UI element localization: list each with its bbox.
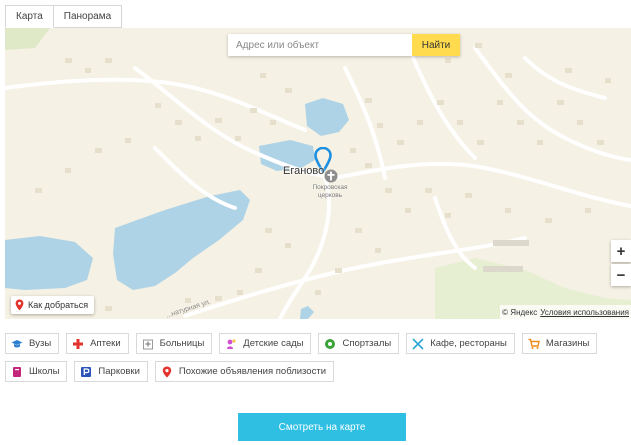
location-pin-icon xyxy=(15,299,24,311)
category-hospitals[interactable]: Больницы xyxy=(135,333,213,354)
category-universities[interactable]: Вузы xyxy=(5,333,60,354)
map-canvas[interactable]: Найти Еганово Покровская церковь ...нату… xyxy=(5,28,631,319)
graduation-cap-icon xyxy=(11,338,23,350)
tab-map[interactable]: Карта xyxy=(5,5,54,28)
zoom-out-button[interactable]: − xyxy=(611,264,631,286)
address-search-input[interactable] xyxy=(228,34,412,56)
church-label: Покровская церковь xyxy=(312,184,348,199)
category-gyms[interactable]: Спортзалы xyxy=(318,333,400,354)
sports-ball-icon xyxy=(324,338,336,350)
zoom-in-button[interactable]: + xyxy=(611,240,631,262)
map-copyright: © Яндекс Условия использования xyxy=(500,305,631,319)
nearby-category-filters: Вузы Аптеки Больницы Детские сады Спортз… xyxy=(5,333,625,382)
map-search-box: Найти xyxy=(228,34,460,56)
category-parking[interactable]: Парковки xyxy=(74,361,148,382)
pharmacy-cross-icon xyxy=(72,338,84,350)
shopping-cart-icon xyxy=(528,338,540,350)
church-icon[interactable] xyxy=(324,169,338,183)
category-pharmacies[interactable]: Аптеки xyxy=(66,333,129,354)
category-cafes-restaurants[interactable]: Кафе, рестораны xyxy=(406,333,515,354)
category-schools[interactable]: Школы xyxy=(5,361,68,382)
get-directions-label: Как добраться xyxy=(28,300,89,310)
yandex-copyright: © Яндекс xyxy=(502,307,538,317)
village-label: Еганово xyxy=(283,165,325,177)
hospital-icon xyxy=(142,338,154,350)
location-pin-icon xyxy=(161,366,173,378)
category-kindergartens[interactable]: Детские сады xyxy=(219,333,312,354)
school-book-icon xyxy=(11,366,23,378)
category-shops[interactable]: Магазины xyxy=(521,333,598,354)
tab-panorama[interactable]: Панорама xyxy=(53,5,123,28)
cutlery-icon xyxy=(412,338,424,350)
kindergarten-icon xyxy=(225,338,237,350)
parking-icon xyxy=(80,366,92,378)
terms-of-use-link[interactable]: Условия использования xyxy=(540,308,629,317)
map-view-tabs: Карта Панорама xyxy=(5,5,123,28)
category-similar-listings-nearby[interactable]: Похожие объявления поблизости xyxy=(154,361,334,382)
get-directions-button[interactable]: Как добраться xyxy=(11,296,95,314)
find-button[interactable]: Найти xyxy=(412,34,460,56)
show-on-map-button[interactable]: Смотреть на карте xyxy=(238,413,406,441)
